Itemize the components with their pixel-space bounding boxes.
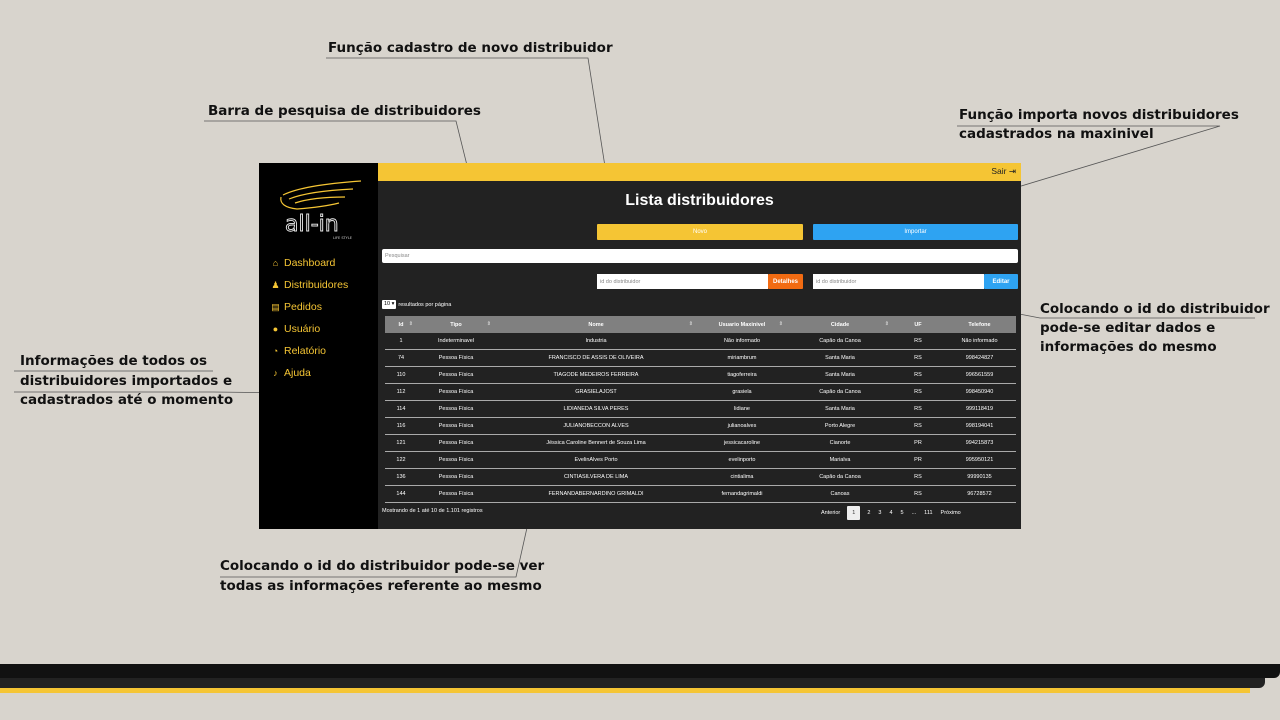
sort-icon: ⇕ (486, 321, 491, 327)
table-row[interactable]: 144 Pessoa Física FERNANDABERNARDINO GRIMA… (385, 485, 1016, 503)
sidebar-item-dashboard[interactable]: ⌂ Dashboard (270, 252, 348, 274)
annotation-info-line1: Informações de todos os (20, 353, 208, 369)
pagination-ellipsis: ... (911, 510, 917, 516)
novo-button[interactable]: Novo (597, 224, 803, 240)
pagination-page-4[interactable]: 4 (885, 506, 896, 520)
sort-icon: ⇕ (408, 321, 413, 327)
sidebar: all-in LIFE STYLE ⌂ Dashboard ♟ Distribuid… (259, 163, 378, 529)
page-length-select[interactable]: 10 ▾ (382, 300, 397, 309)
detalhes-button[interactable]: Detalhes (768, 274, 803, 289)
brand-name: all-in (285, 212, 339, 237)
annotation-ver-line2: todas as informações referente ao mesmo (220, 578, 542, 594)
table-row[interactable]: 121 Pessoa Física Jéssica Caroline Bennert… (385, 434, 1016, 452)
sidebar-item-usuario[interactable]: ● Usuário (270, 318, 348, 340)
brand-tagline: LIFE STYLE (333, 236, 352, 240)
col-header-usuario[interactable]: Usuario Maxinivel ⇕ (697, 316, 787, 333)
wing-logo-icon: all-in LIFE STYLE (280, 180, 362, 240)
annotation-info-line2: distribuidores importados e (20, 373, 233, 389)
footer-band-dark (0, 678, 1265, 688)
annotation-novo: Função cadastro de novo distribuidor (328, 40, 613, 56)
user-icon: ● (272, 324, 279, 334)
footer-band-black (0, 664, 1280, 678)
sidebar-item-label: Usuário (284, 323, 321, 335)
footer-band-yellow (0, 688, 1250, 693)
search-input[interactable]: Pesquisar (382, 249, 1018, 263)
table-header-row: Id ⇕ Tipo ⇕ Nome ⇕ Usuario Maxinivel ⇕ Cidad… (385, 316, 1016, 333)
table-row[interactable]: 114 Pessoa Física LIDIANEDA SILVA PERES lid… (385, 400, 1016, 418)
sidebar-item-label: Pedidos (284, 301, 322, 313)
sidebar-item-pedidos[interactable]: ▤ Pedidos (270, 296, 348, 318)
annotation-importa-line2: cadastrados na maxinivel (959, 126, 1154, 142)
table-row[interactable]: 136 Pessoa Física CINTIASILVERA DE LIMA cin… (385, 468, 1016, 486)
pagination-page-3[interactable]: 3 (874, 506, 885, 520)
annotation-editar-line2: pode-se editar dados e (1040, 320, 1216, 336)
sidebar-item-label: Ajuda (284, 367, 311, 379)
sidebar-item-distribuidores[interactable]: ♟ Distribuidores (270, 274, 348, 296)
page-length-control: 10 ▾ resultados por página (382, 300, 451, 309)
sidebar-item-label: Dashboard (284, 257, 336, 269)
pagination-next[interactable]: Próximo (937, 506, 965, 520)
table-row[interactable]: 112 Pessoa Física GRASIELAJOST grasiela Capã… (385, 383, 1016, 401)
table-row[interactable]: 122 Pessoa Física EvelinAlves Porto evelinp… (385, 451, 1016, 469)
editar-id-input[interactable]: id do distribuidor (813, 274, 984, 289)
col-header-cidade[interactable]: Cidade ⇕ (787, 316, 893, 333)
annotation-editar-line3: informações do mesmo (1040, 339, 1217, 355)
sidebar-nav: ⌂ Dashboard ♟ Distribuidores ▤ Pedidos ● Usu… (270, 252, 348, 384)
pie-chart-icon: ◔ (272, 346, 279, 356)
top-bar: Sair ⇥ (378, 163, 1021, 181)
page-title: Lista distribuidores (625, 192, 774, 209)
bell-icon: ♪ (273, 368, 278, 378)
annotation-importa-line1: Função importa novos distribuidores (959, 107, 1239, 123)
importar-button[interactable]: Importar (813, 224, 1018, 240)
logout-button[interactable]: Sair ⇥ (991, 166, 1016, 177)
sort-icon: ⇕ (884, 321, 889, 327)
table-row[interactable]: 74 Pessoa Física FRANCISCO DE ASSIS DE OLI… (385, 349, 1016, 367)
pagination-page-1[interactable]: 1 (847, 506, 861, 520)
annotation-info-line3: cadastrados até o momento (20, 392, 234, 408)
home-icon: ⌂ (272, 258, 279, 268)
logout-label: Sair (991, 166, 1007, 176)
sidebar-item-label: Distribuidores (284, 279, 349, 291)
annotation-editar-line1: Colocando o id do distribuidor (1040, 301, 1270, 317)
sort-icon: ⇕ (688, 321, 693, 327)
table-info: Mostrando de 1 até 10 de 1.101 registros (382, 508, 483, 514)
col-header-tipo[interactable]: Tipo ⇕ (417, 316, 495, 333)
detalhes-id-input[interactable]: id do distribuidor (597, 274, 768, 289)
pagination-page-111[interactable]: 111 (920, 506, 936, 520)
file-icon: ▤ (271, 301, 280, 312)
distributors-table: Id ⇕ Tipo ⇕ Nome ⇕ Usuario Maxinivel ⇕ Cidad… (385, 316, 1016, 503)
sign-out-icon: ⇥ (1008, 166, 1016, 176)
page-length-label: resultados por página (398, 301, 452, 308)
pagination: Anterior 1 2 3 4 5 ... 111 Próximo (817, 506, 965, 520)
sidebar-item-ajuda[interactable]: ♪ Ajuda (270, 362, 348, 384)
col-header-id[interactable]: Id ⇕ (385, 316, 417, 333)
sidebar-item-relatorio[interactable]: ◔ Relatório (270, 340, 348, 362)
pagination-previous[interactable]: Anterior (817, 506, 844, 520)
app-window: all-in LIFE STYLE ⌂ Dashboard ♟ Distribuid… (259, 163, 1021, 529)
pagination-page-5[interactable]: 5 (897, 506, 908, 520)
table-row[interactable]: 116 Pessoa Física JULIANOBECCON ALVES julia… (385, 417, 1016, 435)
annotation-ver-line1: Colocando o id do distribuidor pode-se v… (220, 558, 545, 574)
col-header-telefone[interactable]: Telefone (943, 316, 1016, 333)
table-row[interactable]: 110 Pessoa Física TIAGODE MEDEIROS FERREIR… (385, 366, 1016, 384)
sidebar-item-label: Relatório (284, 345, 327, 357)
col-header-uf[interactable]: UF (893, 316, 943, 333)
table-row[interactable]: 1 Indeterminavel Industria Não informado Cap… (385, 333, 1016, 350)
brand-logo: all-in LIFE STYLE (273, 177, 365, 243)
editar-button[interactable]: Editar (984, 274, 1018, 289)
annotation-pesquisa: Barra de pesquisa de distribuidores (208, 103, 481, 119)
users-icon: ♟ (271, 279, 280, 290)
sort-icon: ⇕ (778, 321, 783, 327)
pagination-page-2[interactable]: 2 (863, 506, 874, 520)
col-header-nome[interactable]: Nome ⇕ (495, 316, 697, 333)
